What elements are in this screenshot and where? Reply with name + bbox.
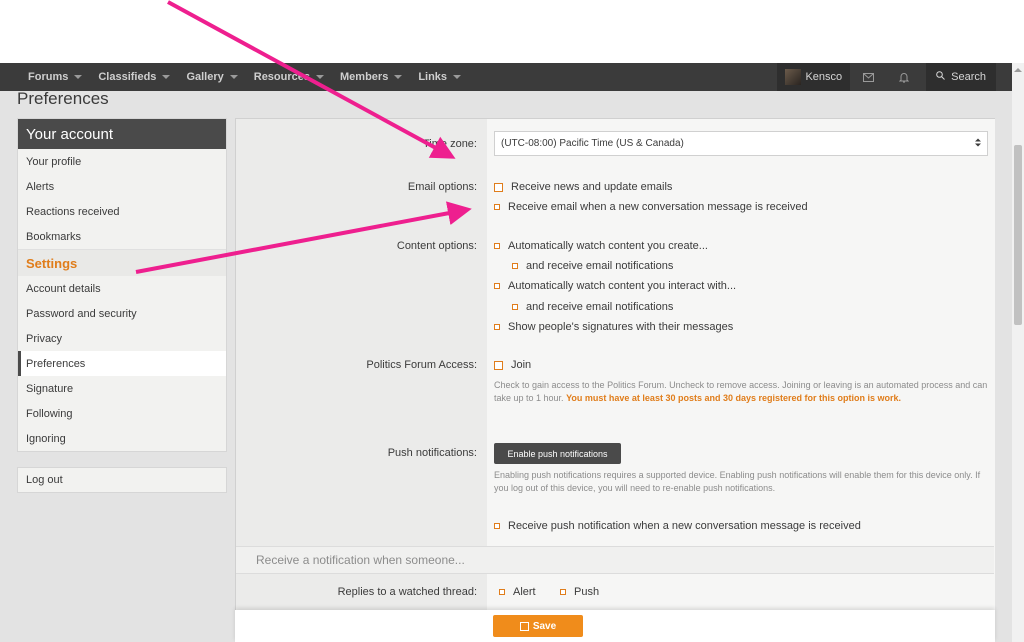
push-notifications-label: Push notifications: <box>387 447 477 459</box>
email-options-label: Email options: <box>407 181 477 193</box>
nav-members-label: Members <box>340 71 389 83</box>
nav-user-area: Kensco Search <box>777 63 996 91</box>
chevron-down-icon[interactable] <box>453 75 462 79</box>
sidebar-header[interactable]: Your account <box>18 119 226 149</box>
sidebar-item-following[interactable]: Following <box>18 401 226 426</box>
sidebar-item-signature[interactable]: Signature <box>18 376 226 401</box>
user-menu[interactable]: Kensco <box>777 63 851 91</box>
nav-resources[interactable]: Resources <box>246 63 332 91</box>
politics-access-label: Politics Forum Access: <box>366 359 477 371</box>
sidebar-item-password-security[interactable]: Password and security <box>18 301 226 326</box>
watch-created-email-label: and receive email notifications <box>526 260 674 272</box>
email-conversation-label: Receive email when a new conversation me… <box>508 201 808 213</box>
form-footer: Save <box>235 610 995 642</box>
replies-push-checkbox[interactable] <box>560 589 566 595</box>
show-signatures-checkbox[interactable] <box>494 324 500 330</box>
replies-alert-checkbox[interactable] <box>499 589 505 595</box>
replies-alert-option[interactable]: Alert <box>499 586 536 598</box>
replies-push-option[interactable]: Push <box>560 586 599 598</box>
nav-members[interactable]: Members <box>332 63 410 91</box>
chevron-down-icon[interactable] <box>162 75 171 79</box>
scroll-up-icon[interactable] <box>1014 68 1022 72</box>
sidebar-item-privacy[interactable]: Privacy <box>18 326 226 351</box>
watch-created-email-checkbox[interactable] <box>512 263 518 269</box>
search-icon <box>936 71 945 83</box>
sidebar-item-alerts[interactable]: Alerts <box>18 174 226 199</box>
watch-interact-email-checkbox[interactable] <box>512 304 518 310</box>
email-conversation-option[interactable]: Receive email when a new conversation me… <box>494 201 808 213</box>
politics-join-checkbox[interactable] <box>494 360 503 370</box>
bell-icon[interactable] <box>886 63 922 91</box>
sidebar-item-bookmarks[interactable]: Bookmarks <box>18 224 226 249</box>
chevron-down-icon[interactable] <box>316 75 325 79</box>
sidebar-item-reactions[interactable]: Reactions received <box>18 199 226 224</box>
watch-created-label: Automatically watch content you create..… <box>508 240 708 252</box>
push-conversation-checkbox[interactable] <box>494 523 500 529</box>
push-conversation-label: Receive push notification when a new con… <box>508 520 861 532</box>
chevron-down-icon[interactable] <box>74 75 83 79</box>
save-label: Save <box>532 620 557 632</box>
timezone-select[interactable]: (UTC-08:00) Pacific Time (US & Canada) <box>494 131 988 156</box>
avatar <box>785 69 802 85</box>
politics-hint: Check to gain access to the Politics For… <box>494 379 990 405</box>
politics-join-label: Join <box>511 359 532 371</box>
timezone-label: Time zone: <box>422 138 477 150</box>
logout-link[interactable]: Log out <box>17 467 227 493</box>
nav-forums-label: Forums <box>28 71 69 83</box>
nav-gallery-label: Gallery <box>186 71 224 83</box>
watch-interact-checkbox[interactable] <box>494 283 500 289</box>
sidebar-item-ignoring[interactable]: Ignoring <box>18 426 226 451</box>
nav-gallery[interactable]: Gallery <box>178 63 245 91</box>
timezone-value: (UTC-08:00) Pacific Time (US & Canada) <box>501 138 684 149</box>
username: Kensco <box>805 71 843 83</box>
nav-links-label: Links <box>418 71 448 83</box>
watch-interact-label: Automatically watch content you interact… <box>508 280 737 292</box>
sidebar-item-account-details[interactable]: Account details <box>18 276 226 301</box>
nav-classifieds[interactable]: Classifieds <box>90 63 178 91</box>
envelope-icon[interactable] <box>850 63 886 91</box>
watch-interact-option[interactable]: Automatically watch content you interact… <box>494 280 736 292</box>
chevron-down-icon[interactable] <box>394 75 403 79</box>
push-hint: Enabling push notifications requires a s… <box>494 470 981 493</box>
nav-forums[interactable]: Forums <box>20 63 90 91</box>
email-conversation-checkbox[interactable] <box>494 204 500 210</box>
content-options-label: Content options: <box>396 240 477 252</box>
account-sidebar: Your account Your profile Alerts Reactio… <box>17 118 227 452</box>
main-nav: Forums Classifieds Gallery Resources Mem… <box>0 63 469 91</box>
nav-resources-label: Resources <box>253 71 311 83</box>
select-arrows-icon <box>975 138 981 150</box>
politics-hint-warning: You must have at least 30 posts and 30 d… <box>566 393 902 403</box>
notification-section-header: Receive a notification when someone... <box>236 546 994 574</box>
sidebar-item-your-profile[interactable]: Your profile <box>18 149 226 174</box>
email-news-option[interactable]: Receive news and update emails <box>494 181 672 193</box>
watch-created-email-option[interactable]: and receive email notifications <box>512 260 673 272</box>
sidebar-settings-header[interactable]: Settings <box>18 249 226 276</box>
email-news-checkbox[interactable] <box>494 182 503 192</box>
replies-watched-label: Replies to a watched thread: <box>337 586 477 598</box>
chevron-down-icon[interactable] <box>229 75 238 79</box>
replies-alert-label: Alert <box>513 586 536 598</box>
push-conversation-option[interactable]: Receive push notification when a new con… <box>494 520 861 532</box>
show-signatures-label: Show people's signatures with their mess… <box>508 321 734 333</box>
replies-push-label: Push <box>574 586 600 598</box>
page-title: Preferences <box>17 89 109 108</box>
sidebar-item-preferences[interactable]: Preferences <box>18 351 226 376</box>
preferences-form: Time zone: (UTC-08:00) Pacific Time (US … <box>235 118 995 642</box>
watch-interact-email-label: and receive email notifications <box>526 301 674 313</box>
nav-links[interactable]: Links <box>410 63 469 91</box>
enable-push-button[interactable]: Enable push notifications <box>494 443 621 464</box>
watch-created-option[interactable]: Automatically watch content you create..… <box>494 240 708 252</box>
search-label: Search <box>951 71 986 83</box>
top-nav-bar: Forums Classifieds Gallery Resources Mem… <box>0 63 1012 91</box>
politics-join-option[interactable]: Join <box>494 359 531 371</box>
email-news-label: Receive news and update emails <box>511 181 673 193</box>
save-icon <box>519 621 529 631</box>
save-button[interactable]: Save <box>493 615 583 637</box>
watch-created-checkbox[interactable] <box>494 243 500 249</box>
watch-interact-email-option[interactable]: and receive email notifications <box>512 301 673 313</box>
search-button[interactable]: Search <box>926 63 996 91</box>
scrollbar-thumb[interactable] <box>1014 145 1022 325</box>
nav-classifieds-label: Classifieds <box>98 71 157 83</box>
show-signatures-option[interactable]: Show people's signatures with their mess… <box>494 321 733 333</box>
